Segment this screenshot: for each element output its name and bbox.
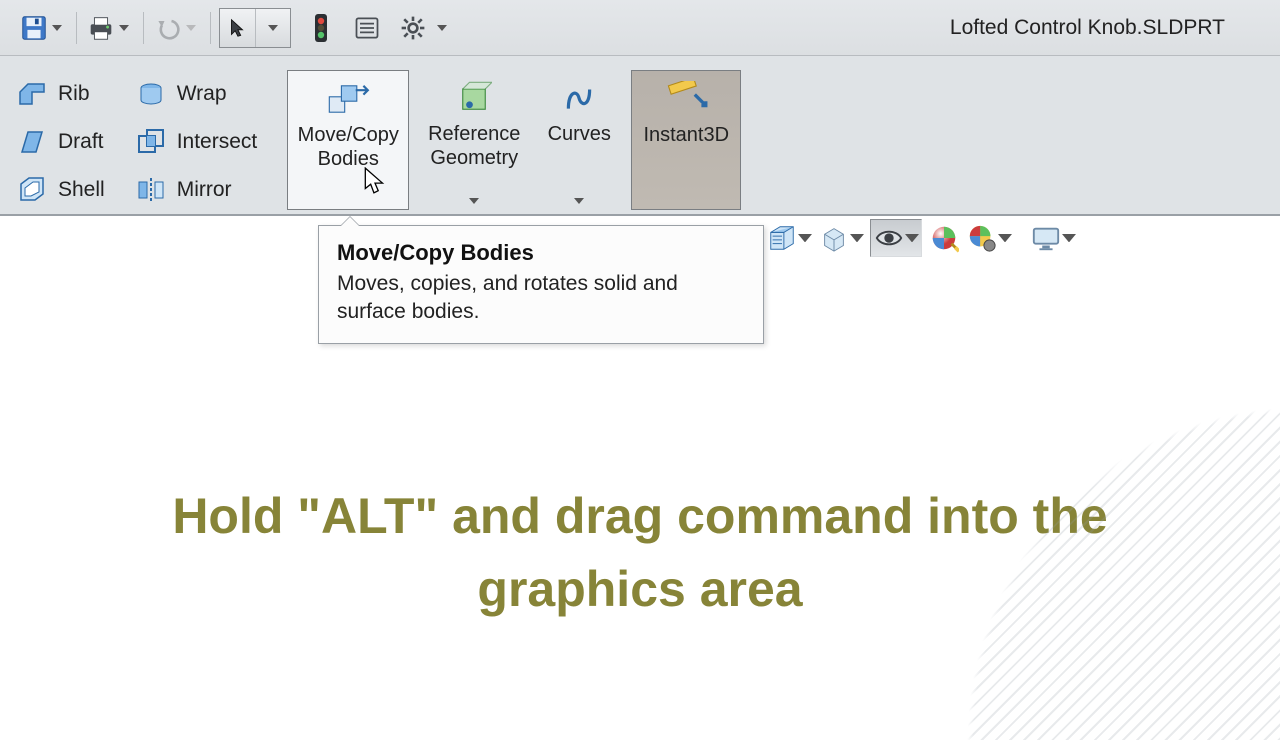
options-list-button[interactable] (351, 8, 383, 48)
dropdown-icon[interactable] (850, 234, 864, 242)
print-dropdown-icon[interactable] (117, 25, 131, 31)
move-copy-label: Move/Copy Bodies (298, 123, 399, 171)
wrap-label: Wrap (177, 82, 227, 106)
instant3d-label: Instant3D (643, 123, 729, 147)
print-button[interactable] (85, 8, 131, 48)
instant3d-button[interactable]: Instant3D (631, 70, 741, 210)
dropdown-icon[interactable] (905, 234, 919, 242)
intersect-button[interactable]: Intersect (133, 118, 268, 166)
rib-label: Rib (58, 82, 90, 106)
undo-icon (152, 12, 184, 44)
move-copy-icon (324, 79, 372, 119)
select-tool-dropdown[interactable] (256, 9, 291, 47)
curves-dropdown-icon[interactable] (539, 198, 619, 204)
view-toolbar (766, 219, 1076, 257)
tooltip: Move/Copy Bodies Moves, copies, and rota… (318, 225, 764, 344)
rib-button[interactable]: Rib (14, 70, 115, 118)
wrap-icon (133, 76, 169, 112)
separator (143, 12, 144, 44)
rib-icon (14, 76, 50, 112)
shell-icon (14, 172, 50, 208)
instruction-overlay-text: Hold "ALT" and drag command into the gra… (0, 480, 1280, 625)
save-button[interactable] (18, 8, 64, 48)
reference-geometry-button[interactable]: Reference Geometry (413, 70, 535, 210)
rebuild-button[interactable] (305, 8, 337, 48)
select-tool-button[interactable] (220, 9, 256, 47)
draft-icon (14, 124, 50, 160)
intersect-label: Intersect (177, 130, 258, 154)
separator (210, 12, 211, 44)
separator (76, 12, 77, 44)
settings-button[interactable] (397, 8, 449, 48)
save-icon (18, 12, 50, 44)
tooltip-title: Move/Copy Bodies (337, 240, 745, 266)
monitor-icon (1030, 222, 1062, 254)
shell-label: Shell (58, 178, 105, 202)
reference-geometry-icon (450, 78, 498, 118)
reference-geometry-dropdown-icon[interactable] (413, 198, 535, 204)
undo-dropdown-icon[interactable] (184, 25, 198, 31)
features-ribbon: Rib Wrap Draft Intersect Shell Mirror Mo… (0, 56, 1280, 216)
mirror-button[interactable]: Mirror (133, 166, 268, 214)
draft-button[interactable]: Draft (14, 118, 115, 166)
undo-button[interactable] (152, 8, 198, 48)
render-button[interactable] (1030, 222, 1076, 254)
move-copy-bodies-button[interactable]: Move/Copy Bodies (287, 70, 409, 210)
eye-icon (873, 222, 905, 254)
feature-small-commands: Rib Wrap Draft Intersect Shell Mirror (14, 70, 267, 214)
mirror-label: Mirror (177, 178, 232, 202)
scene-button[interactable] (966, 222, 1012, 254)
section-view-icon (766, 222, 798, 254)
cube-icon (818, 222, 850, 254)
dropdown-icon[interactable] (998, 234, 1012, 242)
curves-icon (555, 78, 603, 118)
color-ball-icon (928, 222, 960, 254)
save-dropdown-icon[interactable] (50, 25, 64, 31)
intersect-icon (133, 124, 169, 160)
dropdown-icon[interactable] (1062, 234, 1076, 242)
instant3d-icon (662, 79, 710, 119)
selection-mode-split-button[interactable] (219, 8, 291, 48)
print-icon (85, 12, 117, 44)
dropdown-icon[interactable] (798, 234, 812, 242)
tooltip-description: Moves, copies, and rotates solid and sur… (337, 270, 745, 327)
color-ball-gear-icon (966, 222, 998, 254)
draft-label: Draft (58, 130, 104, 154)
quick-access-toolbar: Lofted Control Knob.SLDPRT (0, 0, 1280, 56)
gear-icon (397, 12, 429, 44)
settings-dropdown-icon[interactable] (435, 25, 449, 31)
document-title: Lofted Control Knob.SLDPRT (950, 0, 1225, 56)
curves-button[interactable]: Curves (539, 70, 619, 210)
appearance-button[interactable] (928, 222, 960, 254)
view-orientation-button[interactable] (818, 222, 864, 254)
list-icon (351, 12, 383, 44)
wrap-button[interactable]: Wrap (133, 70, 268, 118)
shell-button[interactable]: Shell (14, 166, 115, 214)
display-style-button[interactable] (870, 219, 922, 257)
reference-geometry-label: Reference Geometry (428, 122, 520, 170)
cursor-icon (362, 167, 388, 195)
traffic-light-icon (305, 12, 337, 44)
section-view-button[interactable] (766, 222, 812, 254)
curves-label: Curves (548, 122, 611, 146)
mirror-icon (133, 172, 169, 208)
